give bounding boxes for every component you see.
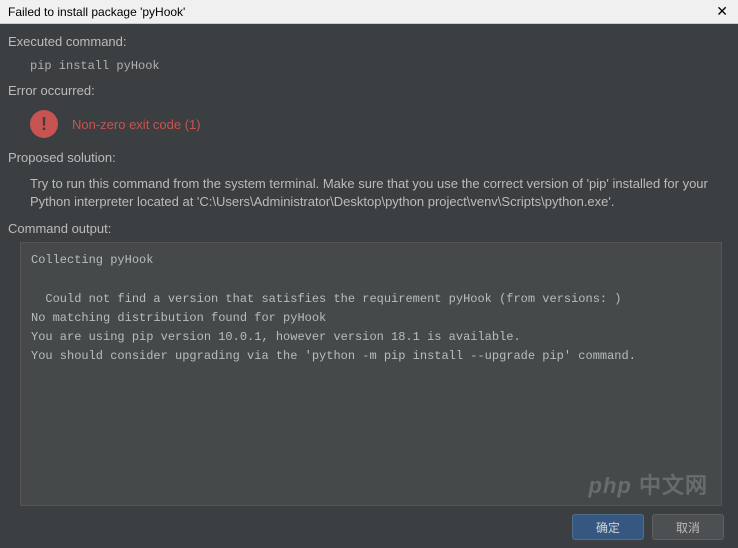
ok-button[interactable]: 确定 <box>572 514 644 540</box>
error-occurred-label: Error occurred: <box>8 83 730 98</box>
executed-command-label: Executed command: <box>8 34 730 49</box>
solution-text: Try to run this command from the system … <box>8 171 730 221</box>
error-icon: ! <box>30 110 58 138</box>
window-title: Failed to install package 'pyHook' <box>8 5 185 19</box>
button-bar: 确定 取消 <box>0 506 738 548</box>
command-output-box[interactable]: Collecting pyHook Could not find a versi… <box>20 242 722 506</box>
proposed-solution-label: Proposed solution: <box>8 150 730 165</box>
close-icon[interactable]: ✕ <box>710 3 734 20</box>
title-bar: Failed to install package 'pyHook' ✕ <box>0 0 738 24</box>
error-message: Non-zero exit code (1) <box>72 117 201 132</box>
error-row: ! Non-zero exit code (1) <box>8 104 730 150</box>
cancel-button[interactable]: 取消 <box>652 514 724 540</box>
content-area: Executed command: pip install pyHook Err… <box>0 24 738 506</box>
command-output-label: Command output: <box>8 221 730 236</box>
executed-command-text: pip install pyHook <box>8 55 730 83</box>
